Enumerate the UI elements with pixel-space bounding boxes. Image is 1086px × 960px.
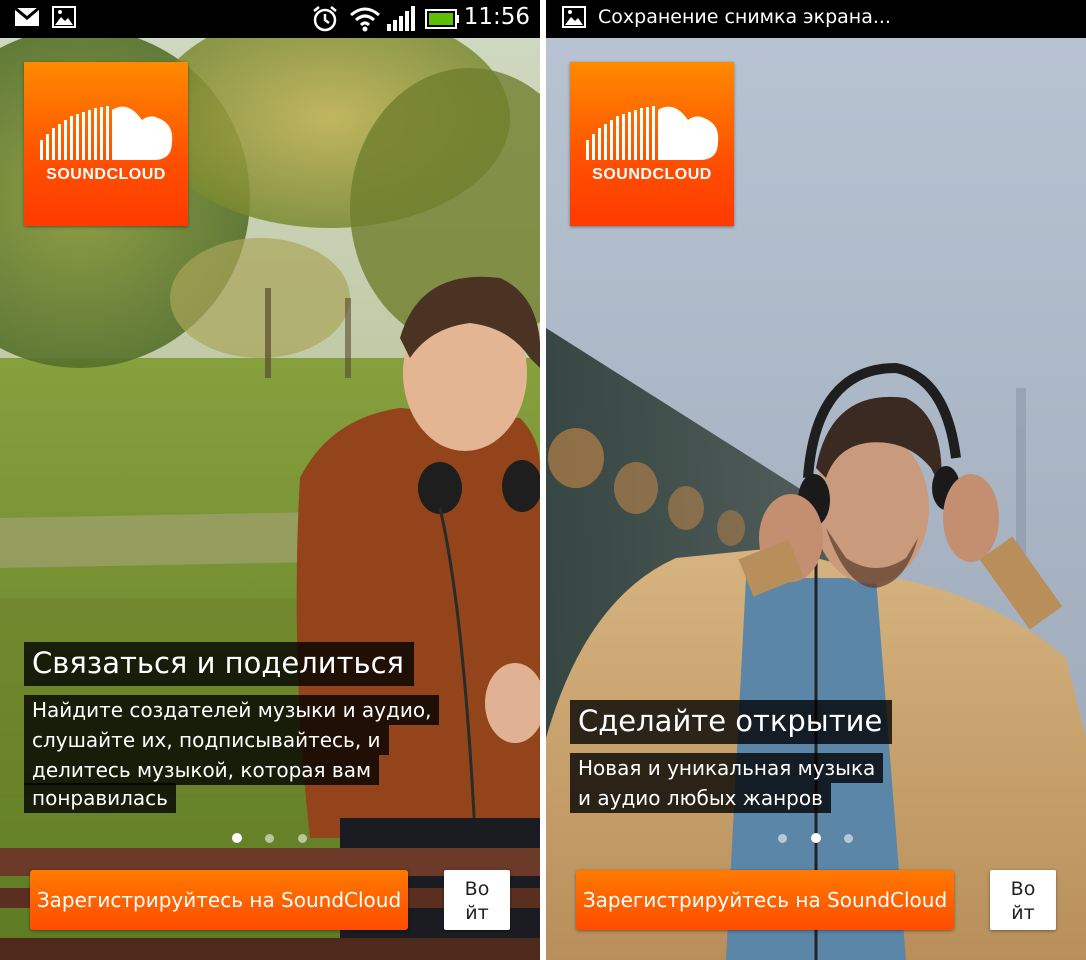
slide-description-line: слушайте их, подписывайтесь, и xyxy=(24,725,389,755)
soundcloud-cloud-icon xyxy=(40,106,173,160)
login-label-line1: Во xyxy=(464,878,490,900)
battery-icon xyxy=(425,9,459,29)
slide-description-line: Найдите создателей музыки и аудио, xyxy=(24,695,440,725)
status-bar: 11:56 xyxy=(0,0,540,38)
status-time: 11:56 xyxy=(463,4,530,30)
login-label-line2: йт xyxy=(1011,902,1035,924)
onboarding-screen-2: Сохранение снимка экрана... SOUNDCLOUD С… xyxy=(546,0,1086,960)
soundcloud-logo: SOUNDCLOUD xyxy=(24,62,188,226)
gallery-icon xyxy=(562,6,586,28)
slide-description-line: делитесь музыкой, которая вам xyxy=(24,755,380,785)
signal-icon xyxy=(387,6,415,31)
alarm-icon xyxy=(313,6,337,32)
slide-description-line: и аудио любых жанров xyxy=(570,783,831,813)
gmail-icon xyxy=(14,6,40,26)
status-bar: Сохранение снимка экрана... xyxy=(546,0,1086,38)
slide-title: Сделайте открытие xyxy=(570,700,893,744)
page-dot[interactable] xyxy=(265,834,274,843)
soundcloud-logo: SOUNDCLOUD xyxy=(570,62,734,226)
login-button[interactable]: Во йт xyxy=(444,870,510,930)
onboarding-screen-1: 11:56 SOUNDCLOUD Связаться и поделиться … xyxy=(0,0,540,960)
slide-title: Связаться и поделиться xyxy=(24,642,414,686)
page-dot-active[interactable] xyxy=(811,833,821,843)
logo-wordmark: SOUNDCLOUD xyxy=(46,166,166,183)
slide-description-line: Новая и уникальная музыка xyxy=(570,753,884,783)
signup-button[interactable]: Зарегистрируйтесь на SoundCloud xyxy=(576,870,954,930)
login-label-line1: Во xyxy=(1010,878,1036,900)
page-dot-active[interactable] xyxy=(232,833,242,843)
slide-description-line: понравилась xyxy=(24,783,176,813)
login-button[interactable]: Во йт xyxy=(990,870,1056,930)
page-indicator[interactable] xyxy=(776,832,856,846)
page-indicator[interactable] xyxy=(230,832,310,846)
page-dot[interactable] xyxy=(298,834,307,843)
page-dot[interactable] xyxy=(844,834,853,843)
signup-button[interactable]: Зарегистрируйтесь на SoundCloud xyxy=(30,870,408,930)
notification-ticker: Сохранение снимка экрана... xyxy=(598,6,891,28)
gallery-icon xyxy=(52,6,76,28)
wifi-icon xyxy=(350,7,380,32)
login-label-line2: йт xyxy=(465,902,489,924)
soundcloud-cloud-icon xyxy=(586,106,719,160)
logo-wordmark: SOUNDCLOUD xyxy=(592,166,712,183)
page-dot[interactable] xyxy=(778,834,787,843)
